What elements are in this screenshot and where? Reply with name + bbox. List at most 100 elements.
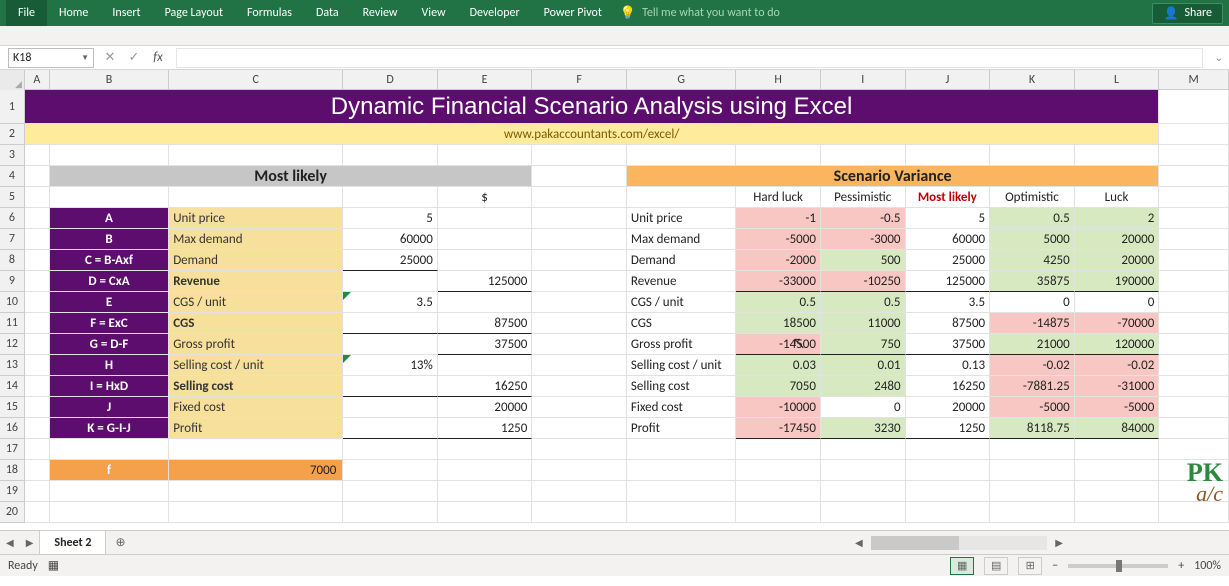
cell[interactable]: [532, 481, 627, 502]
cell[interactable]: [25, 292, 50, 313]
header-most-likely[interactable]: Most likely: [50, 166, 533, 187]
view-normal-button[interactable]: ▦: [950, 557, 974, 575]
cell[interactable]: [906, 481, 991, 502]
variance-cell[interactable]: 5000: [990, 229, 1075, 250]
scenario-col-header[interactable]: Pessimistic: [821, 187, 906, 208]
row-header[interactable]: 13: [0, 355, 25, 376]
cell[interactable]: [25, 460, 50, 481]
cell[interactable]: [627, 145, 736, 166]
metric-label[interactable]: Demand: [169, 250, 343, 271]
variance-cell[interactable]: 0: [990, 292, 1075, 313]
cell[interactable]: [25, 229, 50, 250]
cell[interactable]: [50, 439, 169, 460]
cell[interactable]: [1075, 481, 1160, 502]
cell[interactable]: [532, 187, 627, 208]
variance-cell[interactable]: 8118.75: [990, 418, 1075, 439]
cell[interactable]: [25, 187, 50, 208]
cell[interactable]: [169, 502, 343, 523]
cell[interactable]: [25, 481, 50, 502]
row-header[interactable]: 3: [0, 145, 25, 166]
cell[interactable]: [990, 145, 1075, 166]
variance-cell[interactable]: -31000: [1075, 376, 1160, 397]
variance-cell[interactable]: 20000: [1075, 229, 1160, 250]
cell[interactable]: [821, 145, 906, 166]
cell[interactable]: [532, 166, 627, 187]
cell[interactable]: [1159, 292, 1229, 313]
variance-cell[interactable]: 0: [1075, 292, 1160, 313]
f-value[interactable]: 7000: [169, 460, 343, 481]
cell[interactable]: [343, 481, 438, 502]
metric-label[interactable]: Profit: [169, 418, 343, 439]
cell[interactable]: [532, 313, 627, 334]
tell-me[interactable]: 💡 Tell me what you want to do: [620, 6, 780, 21]
cell[interactable]: [438, 481, 533, 502]
variance-cell[interactable]: 87500: [906, 313, 991, 334]
value-d[interactable]: [343, 418, 438, 439]
variance-cell[interactable]: 21000: [990, 334, 1075, 355]
value-d[interactable]: [343, 271, 438, 292]
variance-cell[interactable]: -70000: [1075, 313, 1160, 334]
scenario-col-header[interactable]: Luck: [1075, 187, 1160, 208]
cancel-formula-icon[interactable]: ✕: [98, 50, 122, 65]
row-header[interactable]: 5: [0, 187, 25, 208]
row-header[interactable]: 20: [0, 502, 25, 523]
variance-cell[interactable]: 750: [821, 334, 906, 355]
variance-cell[interactable]: 0.5: [821, 292, 906, 313]
row-header[interactable]: 19: [0, 481, 25, 502]
cell[interactable]: [906, 439, 991, 460]
cell[interactable]: [532, 502, 627, 523]
cell[interactable]: [736, 502, 821, 523]
cell[interactable]: [532, 208, 627, 229]
row-header[interactable]: 16: [0, 418, 25, 439]
value-d[interactable]: [343, 397, 438, 418]
cell[interactable]: [906, 502, 991, 523]
cell[interactable]: [50, 481, 169, 502]
scenario-label[interactable]: Max demand: [627, 229, 736, 250]
cell[interactable]: [627, 460, 736, 481]
value-d[interactable]: 13%: [343, 355, 438, 376]
cell[interactable]: [343, 460, 438, 481]
ribbon-tab-developer[interactable]: Developer: [458, 0, 532, 26]
metric-label[interactable]: Max demand: [169, 229, 343, 250]
enter-formula-icon[interactable]: ✓: [122, 50, 146, 65]
column-header[interactable]: A: [25, 70, 50, 90]
row-header[interactable]: 10: [0, 292, 25, 313]
scenario-label[interactable]: Selling cost / unit: [627, 355, 736, 376]
value-d[interactable]: 5: [343, 208, 438, 229]
metric-label[interactable]: Selling cost / unit: [169, 355, 343, 376]
metric-label[interactable]: Unit price: [169, 208, 343, 229]
row-header[interactable]: 11: [0, 313, 25, 334]
cell[interactable]: [1159, 166, 1229, 187]
cell[interactable]: [532, 250, 627, 271]
cell[interactable]: [50, 187, 169, 208]
value-d[interactable]: [343, 313, 438, 334]
variance-cell[interactable]: -33000: [736, 271, 821, 292]
cell[interactable]: [169, 187, 343, 208]
header-scenario-variance[interactable]: Scenario Variance: [627, 166, 1159, 187]
cell[interactable]: [25, 250, 50, 271]
cell[interactable]: [736, 481, 821, 502]
cell[interactable]: [1159, 187, 1229, 208]
column-header[interactable]: H: [736, 70, 821, 90]
cell[interactable]: [25, 502, 50, 523]
cell[interactable]: [438, 439, 533, 460]
page-title[interactable]: Dynamic Financial Scenario Analysis usin…: [25, 90, 1159, 124]
cell[interactable]: [343, 439, 438, 460]
variance-cell[interactable]: 4250: [990, 250, 1075, 271]
column-header[interactable]: L: [1075, 70, 1160, 90]
add-sheet-button[interactable]: ⊕: [106, 535, 134, 550]
cell[interactable]: [990, 481, 1075, 502]
cell[interactable]: [627, 439, 736, 460]
cell[interactable]: [25, 166, 50, 187]
variance-cell[interactable]: 25000: [906, 250, 991, 271]
scenario-col-header[interactable]: Optimistic: [990, 187, 1075, 208]
cell[interactable]: [906, 145, 991, 166]
ribbon-tab-insert[interactable]: Insert: [100, 0, 152, 26]
cell[interactable]: [532, 376, 627, 397]
formula-input[interactable]: [176, 48, 1203, 68]
column-header[interactable]: M: [1159, 70, 1229, 90]
variance-cell[interactable]: 3.5: [906, 292, 991, 313]
cell[interactable]: [821, 460, 906, 481]
value-e[interactable]: [438, 208, 533, 229]
variance-cell[interactable]: 3230: [821, 418, 906, 439]
